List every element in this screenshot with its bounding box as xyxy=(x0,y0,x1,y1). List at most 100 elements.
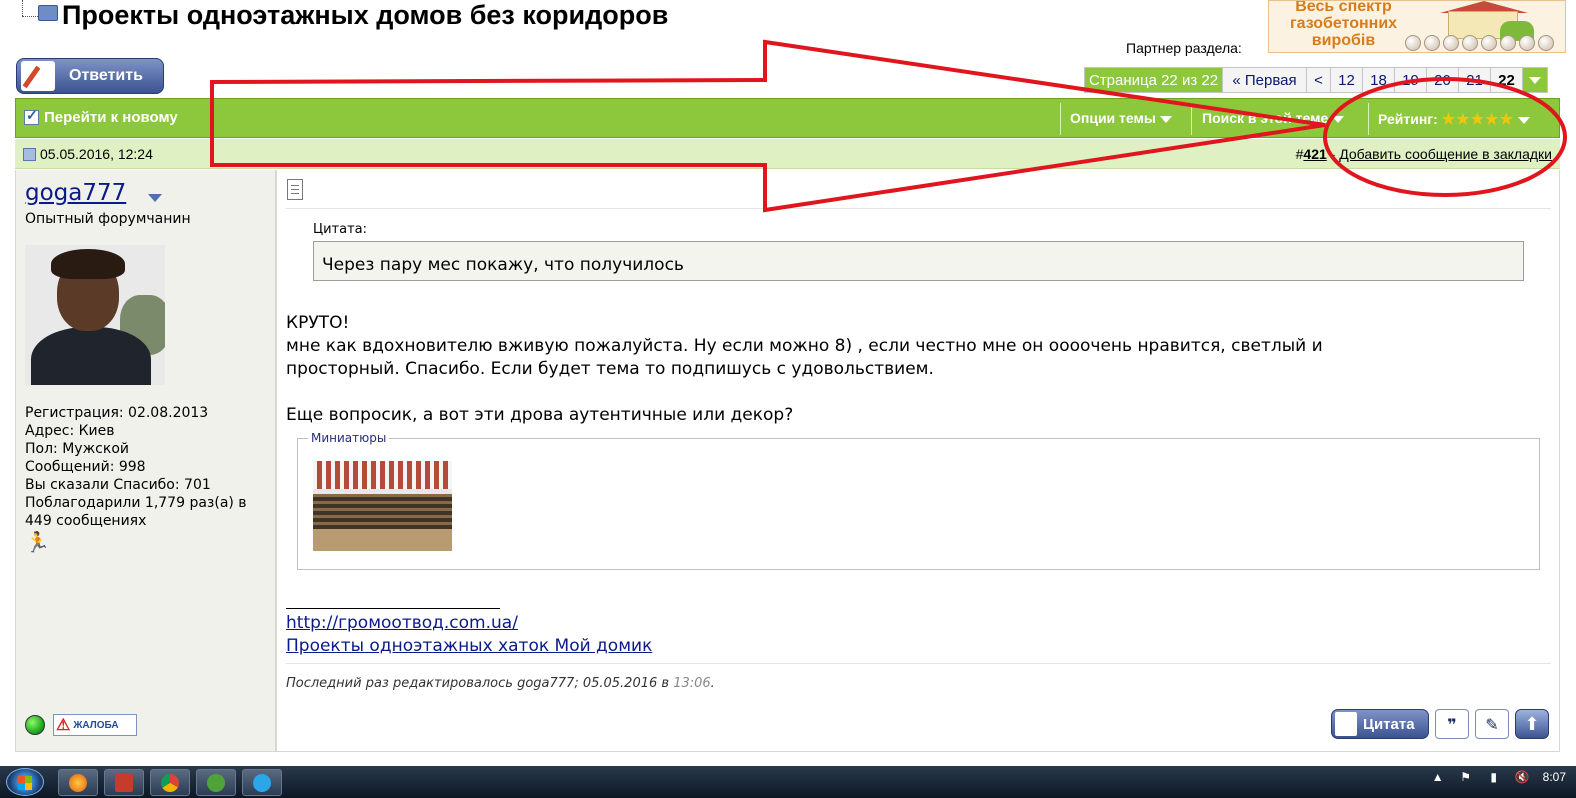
user-info-gender: Пол: Мужской xyxy=(25,441,130,457)
goto-new-link[interactable]: Перейти к новому xyxy=(24,107,178,126)
chrome-icon xyxy=(161,773,179,792)
first-page-link[interactable]: « Первая xyxy=(1223,68,1307,92)
quote-box: Через пару мес покажу, что получилось xyxy=(313,241,1524,281)
page-title: Проекты одноэтажных домов без коридоров xyxy=(62,0,669,30)
page-status: Страница 22 из 22 xyxy=(1085,68,1223,92)
page-jump-menu[interactable] xyxy=(1523,68,1547,92)
windows-taskbar: ▲ ⚑ ▮ 🔇 8:07 xyxy=(0,766,1576,798)
thread-toolbar: Перейти к новому Опции темы Поиск в этой… xyxy=(15,98,1560,138)
toolbar-divider xyxy=(1368,103,1369,135)
page-link-20[interactable]: 20 xyxy=(1427,68,1459,92)
thread-options-label: Опции темы xyxy=(1070,110,1156,126)
message-line: просторный. Спасибо. Если будет тема то … xyxy=(286,359,934,379)
taskbar-app-window[interactable] xyxy=(104,769,144,796)
partner-ad-banner[interactable]: Весь спектр газобетонних виробів xyxy=(1268,0,1566,53)
pen-icon xyxy=(21,61,55,91)
clock[interactable]: 8:07 xyxy=(1543,770,1566,784)
skype-icon xyxy=(253,773,271,792)
attachment-thumbnail[interactable] xyxy=(313,461,452,551)
post-message: КРУТО! мне как вдохновителю вживую пожал… xyxy=(286,312,1546,427)
bookmark-link[interactable]: Добавить сообщение в закладки xyxy=(1339,146,1552,162)
quick-reply-button[interactable]: ✎ xyxy=(1475,709,1509,739)
chevron-down-icon xyxy=(1332,115,1345,123)
utorrent-icon xyxy=(207,773,225,792)
volume-muted-icon[interactable]: 🔇 xyxy=(1515,770,1530,784)
post-date: 05.05.2016, 12:24 xyxy=(23,146,153,162)
taskbar-utorrent[interactable] xyxy=(196,769,236,796)
post-status-icon xyxy=(23,147,36,161)
multi-quote-button[interactable]: ❞ xyxy=(1435,709,1469,739)
multi-quote-icon: ❞ xyxy=(1447,714,1457,734)
toolbar-divider xyxy=(1060,103,1061,135)
thumbnails-label: Миниатюры xyxy=(308,431,390,445)
thumbnails-box: Миниатюры xyxy=(297,431,1540,570)
avatar xyxy=(25,245,165,385)
page-link-12[interactable]: 12 xyxy=(1331,68,1363,92)
post-date-text: 05.05.2016, 12:24 xyxy=(40,146,153,162)
action-center-icon[interactable]: ⚑ xyxy=(1459,770,1473,784)
prev-page-link[interactable]: < xyxy=(1307,68,1331,92)
signature-link-site[interactable]: http://громоотвод.com.ua/ xyxy=(286,613,518,633)
reply-label: Ответить xyxy=(69,67,143,84)
username-link[interactable]: goga777 xyxy=(25,180,126,206)
ad-product-icons xyxy=(1405,35,1554,51)
report-button[interactable]: ⚠ ЖАЛОБА xyxy=(53,714,137,736)
edit-note: Последний раз редактировалось goga777; 0… xyxy=(286,676,715,691)
user-info-posts: Сообщений: 998 xyxy=(25,459,146,475)
taskbar-skype[interactable] xyxy=(242,769,282,796)
edit-note-time: 13:06 xyxy=(673,676,711,691)
page-link-19[interactable]: 19 xyxy=(1395,68,1427,92)
signal-icon[interactable]: ▮ xyxy=(1487,770,1501,784)
page-link-21[interactable]: 21 xyxy=(1459,68,1491,92)
edit-divider xyxy=(286,663,1551,664)
chevron-down-icon xyxy=(1159,115,1172,123)
page-title-row: Проекты одноэтажных домов без коридоров xyxy=(0,0,668,36)
start-button[interactable] xyxy=(6,768,44,796)
user-info-address: Адрес: Киев xyxy=(25,423,115,439)
warning-icon: ⚠ xyxy=(56,717,71,734)
post-body: Цитата: Через пару мес покажу, что получ… xyxy=(276,170,1560,752)
pagination: Страница 22 из 22 « Первая < 12 18 19 20… xyxy=(1084,67,1548,93)
goto-new-label: Перейти к новому xyxy=(44,109,178,126)
post-actions: Цитата ❞ ✎ ⬆ xyxy=(1331,709,1549,741)
thread-options-menu[interactable]: Опции темы xyxy=(1070,110,1172,126)
ad-text: Весь спектр газобетонних виробів xyxy=(1289,0,1398,49)
report-label: ЖАЛОБА xyxy=(73,719,119,731)
tray-expand-icon[interactable]: ▲ xyxy=(1431,770,1445,784)
scroll-top-button[interactable]: ⬆ xyxy=(1515,709,1549,739)
current-page: 22 xyxy=(1491,68,1523,92)
firefox-icon xyxy=(69,773,87,792)
edit-note-end: . xyxy=(710,676,715,691)
user-info-thanks-given: Вы сказали Спасибо: 701 xyxy=(25,477,211,493)
taskbar-chrome[interactable] xyxy=(150,769,190,796)
user-title: Опытный форумчанин xyxy=(25,211,191,227)
taskbar-firefox[interactable] xyxy=(58,769,98,796)
user-menu-arrow-icon[interactable] xyxy=(148,194,162,202)
message-line xyxy=(286,381,1546,404)
partner-label: Партнер раздела: xyxy=(1126,40,1242,56)
rating-stars-icon: ★★★★★ xyxy=(1441,111,1514,128)
post-document-icon xyxy=(287,179,303,200)
edit-note-text: Последний раз редактировалось goga777; 0… xyxy=(286,676,670,691)
reply-button[interactable]: Ответить xyxy=(16,58,164,94)
quote-label: Цитата: xyxy=(313,222,367,237)
windows-logo-icon xyxy=(18,776,32,790)
thread-tree-icon xyxy=(0,0,62,32)
signature-divider xyxy=(286,608,500,609)
system-tray: ▲ ⚑ ▮ 🔇 8:07 xyxy=(1431,770,1566,784)
chevron-down-icon xyxy=(1529,76,1541,84)
post-meta: #421 - Добавить сообщение в закладки xyxy=(1296,146,1552,162)
thread-search-menu[interactable]: Поиск в этой теме xyxy=(1202,110,1345,126)
user-panel: goga777 Опытный форумчанин Регистрация: … xyxy=(15,170,276,752)
rating-menu[interactable]: Рейтинг: ★★★★★ xyxy=(1378,110,1530,128)
arrow-up-icon: ⬆ xyxy=(1524,713,1540,735)
signature-link-projects[interactable]: Проекты одноэтажных хаток Мой домик xyxy=(286,636,652,656)
message-line: мне как вдохновителю вживую пожалуйста. … xyxy=(286,336,1323,356)
running-man-icon: 🏃 xyxy=(25,530,50,554)
rating-label: Рейтинг: xyxy=(1378,111,1438,127)
online-status-icon xyxy=(25,715,45,735)
post-number-link[interactable]: 421 xyxy=(1303,146,1326,162)
quote-button[interactable]: Цитата xyxy=(1331,709,1429,739)
message-line: КРУТО! xyxy=(286,313,350,333)
page-link-18[interactable]: 18 xyxy=(1363,68,1395,92)
